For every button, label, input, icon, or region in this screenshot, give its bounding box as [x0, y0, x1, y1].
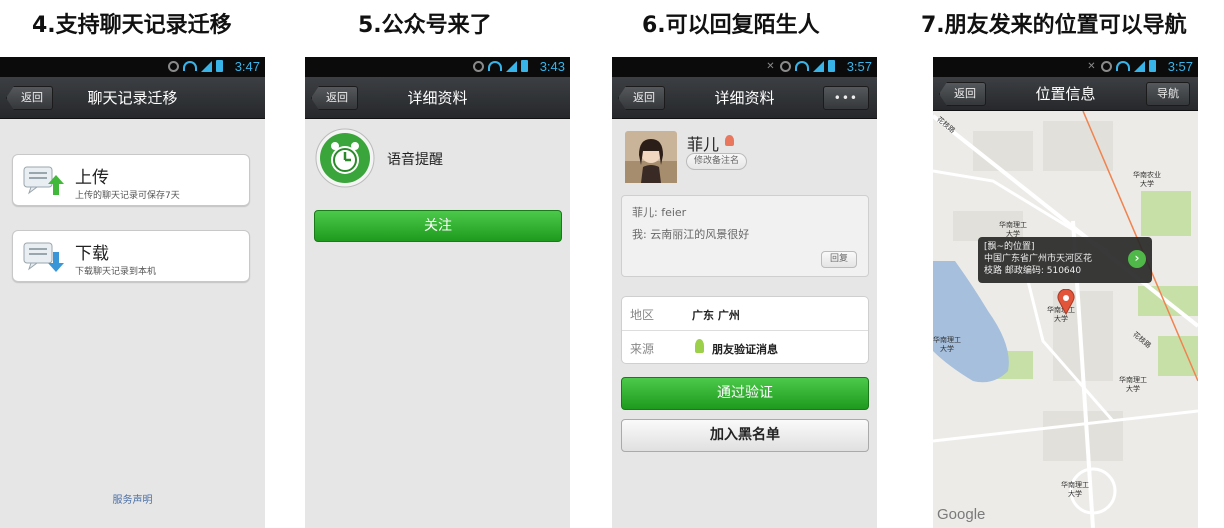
map-label: 华南理工 大学 — [1061, 481, 1089, 498]
nav-bar: 详细资料 返回 ••• — [612, 77, 877, 119]
status-bar: ✕ 3:57 — [612, 57, 877, 77]
battery-icon — [1149, 60, 1156, 72]
alarm-icon — [168, 60, 179, 72]
status-time: 3:57 — [1167, 59, 1193, 74]
battery-icon — [521, 60, 528, 72]
back-button[interactable]: 返回 — [618, 86, 665, 110]
phone-screen-public-account: 3:43 详细资料 返回 语音提醒 关注 — [305, 57, 570, 528]
mute-icon: ✕ — [1087, 60, 1096, 72]
alarm-icon — [1101, 60, 1112, 72]
upload-subtitle: 上传的聊天记录可保存7天 — [75, 191, 180, 201]
download-option[interactable]: 下载 下载聊天记录到本机 — [12, 230, 250, 282]
back-button[interactable]: 返回 — [939, 82, 986, 106]
message-from-me: 我: 云南丽江的风景很好 — [632, 228, 750, 241]
signal-icon — [1134, 60, 1145, 72]
source-value: 朋友验证消息 — [712, 343, 778, 356]
wifi-icon — [1116, 61, 1130, 71]
nav-bar: 详细资料 返回 — [305, 77, 570, 119]
map-label: 华南农业 大学 — [1133, 171, 1161, 188]
popup-postcode: 枝路 邮政编码: 510640 — [984, 266, 1082, 276]
google-logo: Google — [937, 506, 986, 523]
row-divider — [622, 330, 868, 331]
map-view[interactable]: 华南农业 大学 华南理工 大学 华南理工 大学 华南理工 大学 华南理工 大学 华南理工大… — [933, 111, 1198, 528]
popup-address: 中国广东省广州市天河区花 — [984, 254, 1093, 264]
status-time: 3:57 — [846, 59, 872, 74]
back-button[interactable]: 返回 — [311, 86, 358, 110]
download-chat-icon — [23, 242, 64, 272]
gender-icon — [725, 135, 734, 146]
mute-icon: ✕ — [766, 60, 775, 72]
alarm-icon — [473, 60, 484, 72]
message-box: 菲儿: feier 我: 云南丽江的风景很好 回复 — [621, 195, 869, 277]
chevron-right-icon[interactable]: › — [1128, 250, 1146, 268]
navigate-button[interactable]: 导航 — [1146, 82, 1190, 106]
follow-button[interactable]: 关注 — [314, 210, 562, 242]
map-label: 华南理工 大学 — [933, 336, 961, 353]
map-label: 华南理工 大学 — [1119, 376, 1147, 393]
back-button[interactable]: 返回 — [6, 86, 53, 110]
status-bar: ✕ 3:57 — [933, 57, 1198, 77]
battery-icon — [828, 60, 835, 72]
status-time: 3:43 — [539, 59, 565, 74]
alarm-clock-avatar-icon — [315, 128, 375, 188]
alarm-icon — [780, 60, 791, 72]
avatar[interactable] — [625, 131, 677, 183]
source-label: 来源 — [630, 342, 655, 356]
region-label: 地区 — [630, 308, 655, 322]
phone-screen-stranger-profile: ✕ 3:57 详细资料 返回 ••• 菲儿 修改备注名 菲儿: feier 我:… — [612, 57, 877, 528]
caption-3: 6.可以回复陌生人 — [642, 13, 820, 38]
more-button[interactable]: ••• — [822, 86, 869, 110]
service-terms-link[interactable]: 服务声明 — [0, 491, 265, 506]
signal-icon — [813, 60, 824, 72]
account-name: 语音提醒 — [387, 152, 443, 168]
phone-screen-location: ✕ 3:57 位置信息 返回 导航 华南农业 大学 华南理工 大学 华南理工 大… — [933, 57, 1198, 528]
wifi-icon — [183, 61, 197, 71]
contact-name: 菲儿 — [687, 135, 720, 154]
wifi-icon — [795, 61, 809, 71]
region-value: 广东 广州 — [692, 309, 740, 322]
lightbulb-icon — [695, 339, 704, 353]
add-to-blacklist-button[interactable]: 加入黑名单 — [621, 419, 869, 452]
signal-icon — [506, 60, 517, 72]
approve-verification-button[interactable]: 通过验证 — [621, 377, 869, 410]
upload-title: 上传 — [75, 168, 109, 188]
phone-screen-migration: 3:47 聊天记录迁移 返回 上传 上传的聊天记录可保存7天 下载 下载聊天记录… — [0, 57, 265, 528]
upload-option[interactable]: 上传 上传的聊天记录可保存7天 — [12, 154, 250, 206]
download-title: 下载 — [75, 244, 109, 264]
nav-bar: 位置信息 返回 导航 — [933, 77, 1198, 111]
status-time: 3:47 — [234, 59, 260, 74]
nav-bar: 聊天记录迁移 返回 — [0, 77, 265, 119]
upload-chat-icon — [23, 166, 64, 195]
edit-remark-button[interactable]: 修改备注名 — [686, 153, 748, 170]
message-from-contact: 菲儿: feier — [632, 206, 687, 219]
status-bar: 3:47 — [0, 57, 265, 77]
info-table: 地区 广东 广州 来源 朋友验证消息 — [621, 296, 869, 364]
popup-title: [飘~的位置] — [984, 242, 1035, 252]
caption-2: 5.公众号来了 — [358, 13, 492, 38]
download-subtitle: 下载聊天记录到本机 — [75, 267, 157, 277]
location-pin-icon[interactable] — [1057, 289, 1075, 315]
wifi-icon — [488, 61, 502, 71]
location-popup[interactable]: [飘~的位置] 中国广东省广州市天河区花 枝路 邮政编码: 510640 › — [978, 237, 1152, 283]
signal-icon — [201, 60, 212, 72]
caption-1: 4.支持聊天记录迁移 — [32, 13, 232, 38]
caption-4: 7.朋友发来的位置可以导航 — [921, 13, 1187, 38]
reply-button[interactable]: 回复 — [820, 251, 857, 268]
status-bar: 3:43 — [305, 57, 570, 77]
battery-icon — [216, 60, 223, 72]
